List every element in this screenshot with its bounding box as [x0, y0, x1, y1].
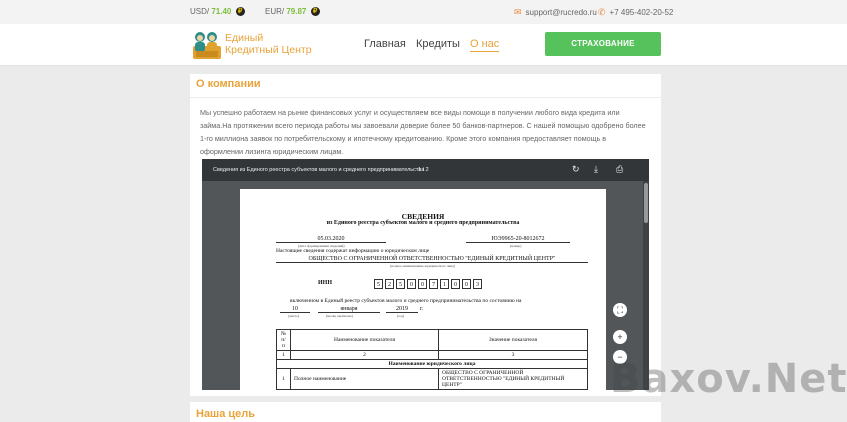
table-cell: ОБЩЕСТВО С ОГРАНИЧЕННОЙ ОТВЕТСТВЕННОСТЬЮ… [438, 368, 588, 390]
table-cell: 1 [276, 368, 291, 390]
mail-icon: ✉ [514, 7, 522, 17]
pdf-page: СВЕДЕНИЯ из Единого реестра субъектов ма… [240, 189, 606, 390]
goal-card: Наша цель [190, 402, 661, 422]
doc-year-caption: (год) [397, 314, 405, 318]
doc-day: 10 [280, 306, 310, 313]
table-header: Наименование показателя [290, 329, 439, 351]
phone-link[interactable]: +7 495-402-20-52 [610, 8, 674, 17]
table-header: Значение показателя [438, 329, 588, 351]
doc-subheading: из Единого реестра субъектов малого и ср… [326, 220, 520, 226]
pdf-toolbar: Сведения из Единого реестра субъектов ма… [202, 159, 649, 181]
eur-rate: EUR/ 79.87 ₽ [265, 7, 320, 17]
top-bar: USD/ 71.40 ₽ EUR/ 79.87 ₽ ✉ support@rucre… [0, 0, 847, 24]
nav-home[interactable]: Главная [364, 38, 406, 50]
doc-date: 05.03.2020 [276, 236, 386, 243]
doc-inn-label: ИНН [318, 280, 333, 286]
doc-number: ЮЭ9965-20-8012672 [466, 236, 570, 243]
inn-digit: 0 [451, 279, 460, 289]
inn-digit: 5 [374, 279, 383, 289]
doc-month: января [318, 306, 380, 313]
nav-credits[interactable]: Кредиты [416, 38, 460, 50]
inn-digit: 0 [418, 279, 427, 289]
table-header: № п/п [276, 329, 291, 351]
about-title: О компании [196, 78, 261, 90]
company-logo-icon[interactable] [192, 29, 222, 60]
table-row: 1 2 3 [276, 350, 588, 360]
ruble-icon: ₽ [310, 7, 320, 17]
phone-icon: ✆ [598, 7, 606, 17]
table-cell: 3 [438, 350, 588, 360]
doc-year-suffix: г. [420, 306, 424, 312]
table-cell: 1 [276, 350, 291, 360]
fit-page-icon[interactable]: ⛶ [613, 303, 627, 317]
phone-contact[interactable]: ✆ +7 495-402-20-52 [598, 7, 673, 18]
logo-line-1: Единый [225, 32, 264, 44]
pdf-title: Сведения из Единого реестра субъектов ма… [213, 167, 425, 173]
about-text: Мы успешно работаем на рынке финансовых … [200, 108, 646, 156]
doc-day-caption: (число) [288, 314, 300, 318]
pdf-viewer[interactable]: Сведения из Единого реестра субъектов ма… [202, 159, 649, 390]
rotate-icon[interactable]: ↻ [572, 164, 580, 175]
inn-digit: 7 [429, 279, 438, 289]
table-section: Наименование юридического лица [276, 359, 588, 369]
table-row: Наименование юридического лица [276, 359, 588, 369]
goal-title: Наша цель [196, 408, 256, 420]
inn-digit: 0 [462, 279, 471, 289]
table-row: № п/п Наименование показателя Значение п… [276, 329, 588, 351]
usd-rate: USD/ 71.40 ₽ [190, 7, 245, 17]
doc-included: включенном в Единый реестр субъектов мал… [290, 298, 522, 304]
email-link[interactable]: support@rucredo.ru [526, 8, 597, 17]
inn-digit: 1 [440, 279, 449, 289]
inn-digit: 0 [407, 279, 416, 289]
doc-month-caption: (месяц прописью) [326, 314, 353, 318]
doc-year: 2019 [386, 306, 418, 313]
usd-label: USD/ [190, 7, 210, 16]
scrollbar-thumb[interactable] [644, 183, 648, 223]
email-contact[interactable]: ✉ support@rucredo.ru [514, 7, 597, 18]
inn-digit: 3 [473, 279, 482, 289]
eur-value: 79.87 [286, 7, 307, 16]
logo-line-2: Кредитный Центр [225, 44, 312, 56]
eur-label: EUR/ [265, 7, 285, 16]
ruble-icon: ₽ [235, 7, 245, 17]
inn-digit: 2 [385, 279, 394, 289]
download-icon[interactable]: ⤓ [594, 164, 598, 175]
zoom-in-icon[interactable]: + [613, 330, 627, 344]
doc-number-caption: (номер) [510, 244, 522, 248]
doc-company-caption: (полное наименование юридического лица) [390, 264, 455, 268]
divider [190, 97, 661, 98]
doc-company: ОБЩЕСТВО С ОГРАНИЧЕННОЙ ОТВЕТСТВЕННОСТЬЮ… [276, 256, 588, 263]
inn-digit: 5 [396, 279, 405, 289]
doc-table: № п/п Наименование показателя Значение п… [276, 329, 588, 390]
doc-contains: Настоящие сведения содержат информацию о… [276, 248, 430, 254]
watermark: Baxov.Net [610, 356, 847, 402]
pdf-page-counter: 1 / 2 [418, 167, 429, 173]
print-icon[interactable]: ⎙ [616, 164, 623, 175]
nav-about[interactable]: О нас [470, 38, 500, 52]
site-header: Единый Кредитный Центр Главная Кредиты О… [0, 24, 847, 66]
table-cell: 2 [290, 350, 439, 360]
table-row: 1 Полное наименование ОБЩЕСТВО С ОГРАНИЧ… [276, 368, 588, 390]
usd-value: 71.40 [211, 7, 232, 16]
about-card: О компании Мы успешно работаем на рынке … [190, 74, 661, 396]
logo-text[interactable]: Единый Кредитный Центр [225, 32, 312, 56]
insurance-button[interactable]: СТРАХОВАНИЕ [545, 32, 661, 56]
table-cell: Полное наименование [290, 368, 439, 390]
